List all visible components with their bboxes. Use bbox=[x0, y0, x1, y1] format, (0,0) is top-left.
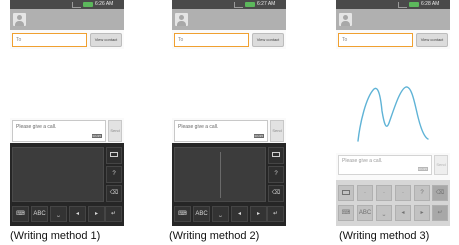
rectangle-icon bbox=[342, 189, 350, 195]
handwriting-pad[interactable] bbox=[12, 147, 104, 202]
question-key[interactable]: ? bbox=[414, 185, 430, 201]
send-button[interactable]: Send bbox=[270, 120, 284, 142]
blank-key[interactable]: · bbox=[376, 185, 392, 201]
message-field[interactable]: Please give a call. 0/1/15 bbox=[12, 120, 106, 142]
pad-divider bbox=[220, 152, 221, 198]
status-bar: 6:27 AM bbox=[172, 0, 286, 9]
compose-area bbox=[172, 49, 286, 118]
contact-avatar-icon[interactable] bbox=[175, 13, 188, 26]
send-button[interactable]: Send bbox=[434, 155, 448, 175]
enter-key[interactable]: ↵ bbox=[267, 206, 284, 222]
battery-icon bbox=[83, 2, 93, 7]
contact-avatar-icon[interactable] bbox=[13, 13, 26, 26]
battery-icon bbox=[245, 2, 255, 7]
signal-icon bbox=[72, 2, 81, 8]
view-contact-button[interactable]: View contact bbox=[252, 33, 284, 47]
phone-screen-3: 6:28 AM To View contact Please give a ca… bbox=[336, 0, 450, 226]
right-arrow-key[interactable]: ▸ bbox=[250, 206, 267, 222]
phone-screen-1: 6:26 AM To View contact Please give a ca… bbox=[10, 0, 124, 226]
title-bar bbox=[172, 9, 286, 30]
space-key[interactable]: ⎵ bbox=[376, 205, 392, 221]
title-bar bbox=[10, 9, 124, 30]
status-time: 6:27 AM bbox=[257, 1, 276, 7]
message-field[interactable]: Please give a call. 0/1/15 bbox=[174, 120, 268, 142]
rectangle-icon bbox=[110, 151, 118, 157]
handwriting-pad-split[interactable] bbox=[174, 147, 266, 202]
view-contact-button[interactable]: View contact bbox=[90, 33, 122, 47]
question-key[interactable]: ? bbox=[106, 166, 122, 183]
mode-key[interactable]: ABC bbox=[193, 206, 210, 222]
status-bar: 6:28 AM bbox=[336, 0, 450, 9]
message-text: Please give a call. bbox=[16, 124, 57, 130]
rectangle-icon bbox=[272, 151, 280, 157]
rect-key[interactable] bbox=[268, 147, 284, 164]
blank-key[interactable]: · bbox=[395, 185, 411, 201]
mode-key[interactable]: ABC bbox=[357, 205, 373, 221]
message-text: Please give a call. bbox=[178, 124, 219, 130]
space-key[interactable]: ⎵ bbox=[212, 206, 229, 222]
keyboard-key[interactable]: ⌨ bbox=[338, 205, 354, 221]
view-contact-button[interactable]: View contact bbox=[416, 33, 448, 47]
compose-area bbox=[10, 49, 124, 118]
rect-key[interactable] bbox=[106, 147, 122, 164]
space-key[interactable]: ⎵ bbox=[50, 206, 67, 222]
handwriting-keyboard-light: · · · ? ⌫ ⌨ ABC ⎵ ◂ ▸ ↵ bbox=[336, 180, 450, 226]
battery-icon bbox=[409, 2, 419, 7]
mode-key[interactable]: ABC bbox=[31, 206, 48, 222]
caption-writing-method-1: (Writing method 1) bbox=[10, 230, 101, 242]
phone-screen-2: 6:27 AM To View contact Please give a ca… bbox=[172, 0, 286, 226]
char-counter: 0/1/15 bbox=[91, 134, 102, 138]
char-counter: 0/1/15 bbox=[417, 167, 428, 171]
enter-key[interactable]: ↵ bbox=[432, 205, 448, 221]
keyboard-key[interactable]: ⌨ bbox=[174, 206, 191, 222]
rect-key[interactable] bbox=[338, 185, 354, 201]
keyboard-key[interactable]: ⌨ bbox=[12, 206, 29, 222]
to-field[interactable]: To bbox=[174, 33, 249, 47]
status-time: 6:26 AM bbox=[95, 1, 114, 7]
left-arrow-key[interactable]: ◂ bbox=[395, 205, 411, 221]
caption-writing-method-2: (Writing method 2) bbox=[169, 230, 260, 242]
question-key[interactable]: ? bbox=[268, 166, 284, 183]
send-button[interactable]: Send bbox=[108, 120, 122, 142]
message-field[interactable]: Please give a call. 0/1/15 bbox=[338, 155, 432, 175]
handwriting-canvas[interactable] bbox=[336, 49, 450, 153]
handwriting-keyboard: ? ⌫ ⌨ ABC ⎵ ◂ ▸ ↵ bbox=[10, 143, 124, 226]
right-arrow-key[interactable]: ▸ bbox=[414, 205, 430, 221]
enter-key[interactable]: ↵ bbox=[105, 206, 122, 222]
blank-key[interactable]: · bbox=[357, 185, 373, 201]
status-time: 6:28 AM bbox=[421, 1, 440, 7]
status-bar: 6:26 AM bbox=[10, 0, 124, 9]
signal-icon bbox=[398, 2, 407, 8]
title-bar bbox=[336, 9, 450, 30]
backspace-key[interactable]: ⌫ bbox=[268, 185, 284, 202]
backspace-key[interactable]: ⌫ bbox=[106, 185, 122, 202]
to-field[interactable]: To bbox=[12, 33, 87, 47]
char-counter: 0/1/15 bbox=[253, 134, 264, 138]
left-arrow-key[interactable]: ◂ bbox=[69, 206, 86, 222]
right-arrow-key[interactable]: ▸ bbox=[88, 206, 105, 222]
handwriting-keyboard: ? ⌫ ⌨ ABC ⎵ ◂ ▸ ↵ bbox=[172, 143, 286, 226]
contact-avatar-icon[interactable] bbox=[339, 13, 352, 26]
handwritten-m-stroke bbox=[357, 86, 429, 142]
backspace-key[interactable]: ⌫ bbox=[432, 185, 448, 201]
caption-writing-method-3: (Writing method 3) bbox=[339, 230, 430, 242]
left-arrow-key[interactable]: ◂ bbox=[231, 206, 248, 222]
signal-icon bbox=[234, 2, 243, 8]
to-field[interactable]: To bbox=[338, 33, 413, 47]
message-text: Please give a call. bbox=[342, 158, 383, 164]
